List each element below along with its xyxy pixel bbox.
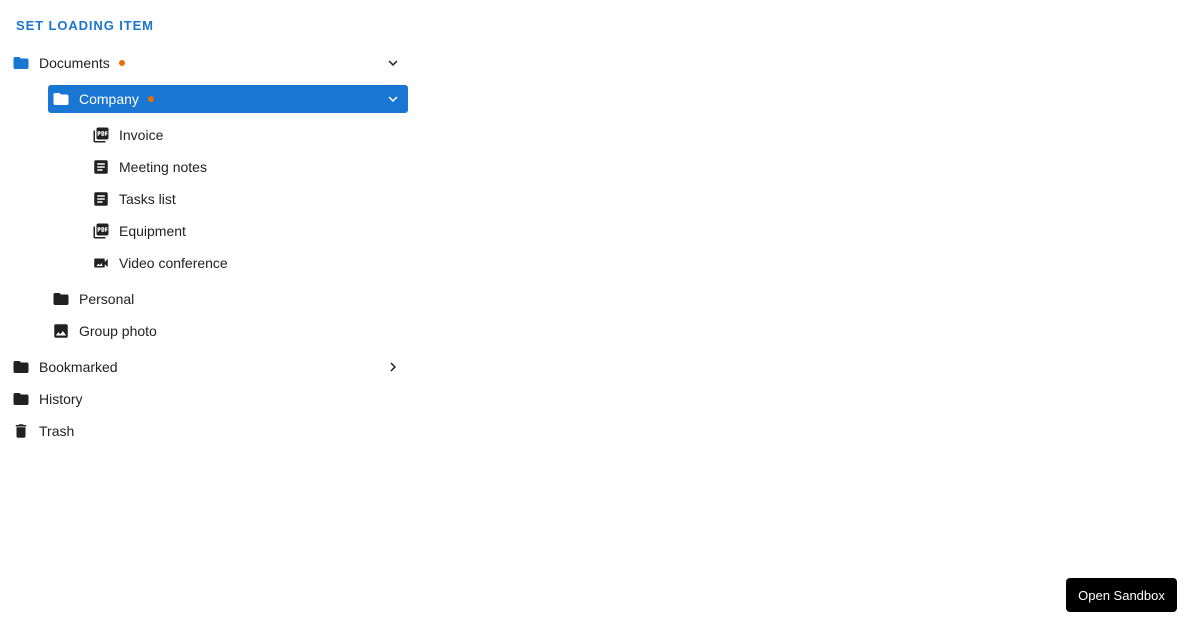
tree-item-label: Documents bbox=[39, 55, 110, 71]
tree-item-history[interactable]: History bbox=[8, 385, 408, 413]
tree-item-label: Group photo bbox=[79, 323, 157, 339]
status-dot bbox=[147, 96, 154, 102]
article-icon bbox=[92, 158, 110, 176]
tree-item-video-conference[interactable]: Video conference bbox=[88, 249, 408, 277]
tree-item-label: Trash bbox=[39, 423, 75, 439]
trash-icon bbox=[12, 422, 30, 440]
chevron-right-icon[interactable] bbox=[384, 358, 402, 376]
pdf-icon bbox=[92, 222, 110, 240]
folder-icon bbox=[12, 358, 30, 376]
tree-item-label: Meeting notes bbox=[119, 159, 207, 175]
tree-item-label: Company bbox=[79, 91, 139, 107]
tree-item-tasks-list[interactable]: Tasks list bbox=[88, 185, 408, 213]
tree-item-label: Video conference bbox=[119, 255, 228, 271]
tree-item-label: Tasks list bbox=[119, 191, 176, 207]
open-sandbox-button[interactable]: Open Sandbox bbox=[1066, 578, 1177, 612]
tree-item-label: Invoice bbox=[119, 127, 164, 143]
tree-item-documents[interactable]: Documents bbox=[8, 49, 408, 77]
folder-icon bbox=[12, 390, 30, 408]
tree-item-trash[interactable]: Trash bbox=[8, 417, 408, 445]
status-dot bbox=[118, 60, 125, 66]
pdf-icon bbox=[92, 126, 110, 144]
tree-item-label: History bbox=[39, 391, 83, 407]
tree-item-bookmarked[interactable]: Bookmarked bbox=[8, 353, 408, 381]
folder-icon bbox=[12, 54, 30, 72]
tree-item-personal[interactable]: Personal bbox=[48, 285, 408, 313]
chevron-down-icon[interactable] bbox=[384, 54, 402, 72]
tree-item-meeting-notes[interactable]: Meeting notes bbox=[88, 153, 408, 181]
folder-icon bbox=[52, 290, 70, 308]
tree-item-label: Equipment bbox=[119, 223, 186, 239]
video-icon bbox=[92, 254, 110, 272]
tree-item-label: Personal bbox=[79, 291, 135, 307]
chevron-down-icon[interactable] bbox=[384, 90, 402, 108]
tree-item-group-photo[interactable]: Group photo bbox=[48, 317, 408, 345]
article-icon bbox=[92, 190, 110, 208]
tree-item-label: Bookmarked bbox=[39, 359, 118, 375]
image-icon bbox=[52, 322, 70, 340]
folder-icon bbox=[52, 90, 70, 108]
tree-item-company[interactable]: Company bbox=[48, 85, 408, 113]
tree-item-equipment[interactable]: Equipment bbox=[88, 217, 408, 245]
section-title: SET LOADING ITEM bbox=[16, 18, 154, 33]
tree-item-invoice[interactable]: Invoice bbox=[88, 121, 408, 149]
